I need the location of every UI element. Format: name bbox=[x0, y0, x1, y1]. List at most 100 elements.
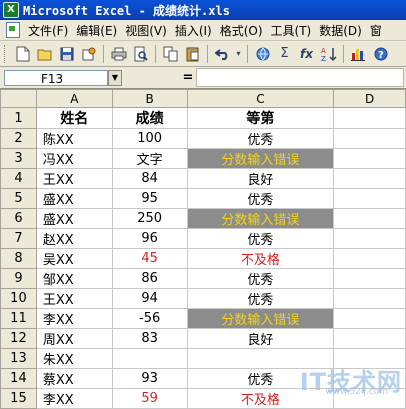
row-header[interactable]: 15 bbox=[0, 388, 37, 409]
name-box[interactable]: F13 bbox=[4, 69, 108, 86]
row-header[interactable]: 8 bbox=[0, 248, 37, 269]
row-header[interactable]: 1 bbox=[0, 107, 37, 129]
cell-name[interactable]: 姓名 bbox=[35, 107, 113, 129]
chart-wizard-icon[interactable] bbox=[348, 43, 369, 64]
cell-name[interactable]: 冯XX bbox=[35, 148, 113, 169]
cell-grade[interactable]: 优秀 bbox=[186, 368, 335, 389]
cell-score[interactable]: 250 bbox=[111, 208, 188, 229]
row-header[interactable]: 6 bbox=[0, 208, 37, 229]
print-icon[interactable] bbox=[108, 43, 129, 64]
row-header[interactable]: 11 bbox=[0, 308, 37, 329]
copy-icon[interactable] bbox=[160, 43, 181, 64]
undo-dropdown-icon[interactable]: ▾ bbox=[234, 43, 243, 64]
row-header[interactable]: 14 bbox=[0, 368, 37, 389]
cell-name[interactable]: 李XX bbox=[35, 308, 113, 329]
cell-empty[interactable] bbox=[333, 107, 406, 129]
cell-empty[interactable] bbox=[333, 388, 406, 409]
paste-icon[interactable] bbox=[182, 43, 203, 64]
cell-score[interactable]: 83 bbox=[111, 328, 188, 349]
cell-empty[interactable] bbox=[333, 268, 406, 289]
column-header-d[interactable]: D bbox=[333, 89, 406, 108]
row-header[interactable]: 4 bbox=[0, 168, 37, 189]
menu-edit[interactable]: 编辑(E) bbox=[72, 22, 121, 39]
cell-grade[interactable]: 优秀 bbox=[186, 228, 335, 249]
cell-score[interactable]: 86 bbox=[111, 268, 188, 289]
row-header[interactable]: 13 bbox=[0, 348, 37, 369]
cell-grade[interactable]: 分数输入错误 bbox=[186, 308, 335, 329]
name-box-dropdown-icon[interactable]: ▼ bbox=[108, 69, 122, 86]
cell-empty[interactable] bbox=[333, 348, 406, 369]
permission-icon[interactable] bbox=[78, 43, 99, 64]
cell-empty[interactable] bbox=[333, 188, 406, 209]
cell-empty[interactable] bbox=[333, 208, 406, 229]
cell-name[interactable]: 盛XX bbox=[35, 188, 113, 209]
print-preview-icon[interactable] bbox=[130, 43, 151, 64]
cell-grade[interactable]: 优秀 bbox=[186, 268, 335, 289]
cell-score[interactable]: 45 bbox=[111, 248, 188, 269]
cell-name[interactable]: 王XX bbox=[35, 288, 113, 309]
save-icon[interactable] bbox=[56, 43, 77, 64]
menu-tools[interactable]: 工具(T) bbox=[267, 22, 316, 39]
column-header-b[interactable]: B bbox=[111, 89, 188, 108]
cell-name[interactable]: 蔡XX bbox=[35, 368, 113, 389]
cell-grade[interactable]: 分数输入错误 bbox=[186, 208, 335, 229]
column-header-c[interactable]: C bbox=[186, 89, 335, 108]
insert-function-icon[interactable]: fx bbox=[296, 43, 317, 64]
autosum-icon[interactable]: Σ bbox=[274, 43, 295, 64]
cell-name[interactable]: 盛XX bbox=[35, 208, 113, 229]
sort-ascending-icon[interactable]: AZ bbox=[318, 43, 339, 64]
cell-name[interactable]: 周XX bbox=[35, 328, 113, 349]
cell-name[interactable]: 王XX bbox=[35, 168, 113, 189]
cell-name[interactable]: 吴XX bbox=[35, 248, 113, 269]
cell-empty[interactable] bbox=[333, 248, 406, 269]
formula-equals[interactable]: = bbox=[182, 70, 194, 85]
workbook-icon[interactable] bbox=[6, 22, 20, 38]
cell-grade[interactable]: 良好 bbox=[186, 168, 335, 189]
toolbar-grip[interactable] bbox=[4, 44, 8, 63]
row-header[interactable]: 9 bbox=[0, 268, 37, 289]
select-all-corner[interactable] bbox=[0, 89, 37, 108]
menu-data[interactable]: 数据(D) bbox=[315, 22, 366, 39]
cell-score[interactable]: 成绩 bbox=[111, 107, 188, 129]
new-icon[interactable] bbox=[12, 43, 33, 64]
cell-score[interactable] bbox=[111, 348, 188, 369]
hyperlink-icon[interactable] bbox=[252, 43, 273, 64]
row-header[interactable]: 7 bbox=[0, 228, 37, 249]
formula-input[interactable] bbox=[196, 68, 404, 87]
undo-icon[interactable] bbox=[212, 43, 233, 64]
cell-empty[interactable] bbox=[333, 288, 406, 309]
row-header[interactable]: 10 bbox=[0, 288, 37, 309]
cell-grade[interactable]: 分数输入错误 bbox=[186, 148, 335, 169]
cell-grade[interactable]: 不及格 bbox=[186, 388, 335, 409]
cell-name[interactable]: 邹XX bbox=[35, 268, 113, 289]
cell-name[interactable]: 陈XX bbox=[35, 128, 113, 149]
row-header[interactable]: 12 bbox=[0, 328, 37, 349]
cell-empty[interactable] bbox=[333, 228, 406, 249]
cell-grade[interactable]: 良好 bbox=[186, 328, 335, 349]
row-header[interactable]: 5 bbox=[0, 188, 37, 209]
menu-insert[interactable]: 插入(I) bbox=[171, 22, 216, 39]
cell-score[interactable]: 100 bbox=[111, 128, 188, 149]
menu-window[interactable]: 窗 bbox=[366, 22, 386, 39]
cell-grade[interactable]: 优秀 bbox=[186, 128, 335, 149]
cell-grade[interactable] bbox=[186, 348, 335, 369]
row-header[interactable]: 3 bbox=[0, 148, 37, 169]
menu-format[interactable]: 格式(O) bbox=[216, 22, 267, 39]
cell-name[interactable]: 赵XX bbox=[35, 228, 113, 249]
row-header[interactable]: 2 bbox=[0, 128, 37, 149]
cell-empty[interactable] bbox=[333, 128, 406, 149]
cell-score[interactable]: 94 bbox=[111, 288, 188, 309]
cell-grade[interactable]: 等第 bbox=[186, 107, 335, 129]
cell-name[interactable]: 朱XX bbox=[35, 348, 113, 369]
cell-score[interactable]: 84 bbox=[111, 168, 188, 189]
help-icon[interactable]: ? bbox=[370, 43, 391, 64]
cell-score[interactable]: 96 bbox=[111, 228, 188, 249]
cell-grade[interactable]: 优秀 bbox=[186, 288, 335, 309]
cell-empty[interactable] bbox=[333, 148, 406, 169]
cell-score[interactable]: 93 bbox=[111, 368, 188, 389]
cell-empty[interactable] bbox=[333, 368, 406, 389]
cell-score[interactable]: 59 bbox=[111, 388, 188, 409]
cell-score[interactable]: -56 bbox=[111, 308, 188, 329]
cell-empty[interactable] bbox=[333, 308, 406, 329]
open-icon[interactable] bbox=[34, 43, 55, 64]
